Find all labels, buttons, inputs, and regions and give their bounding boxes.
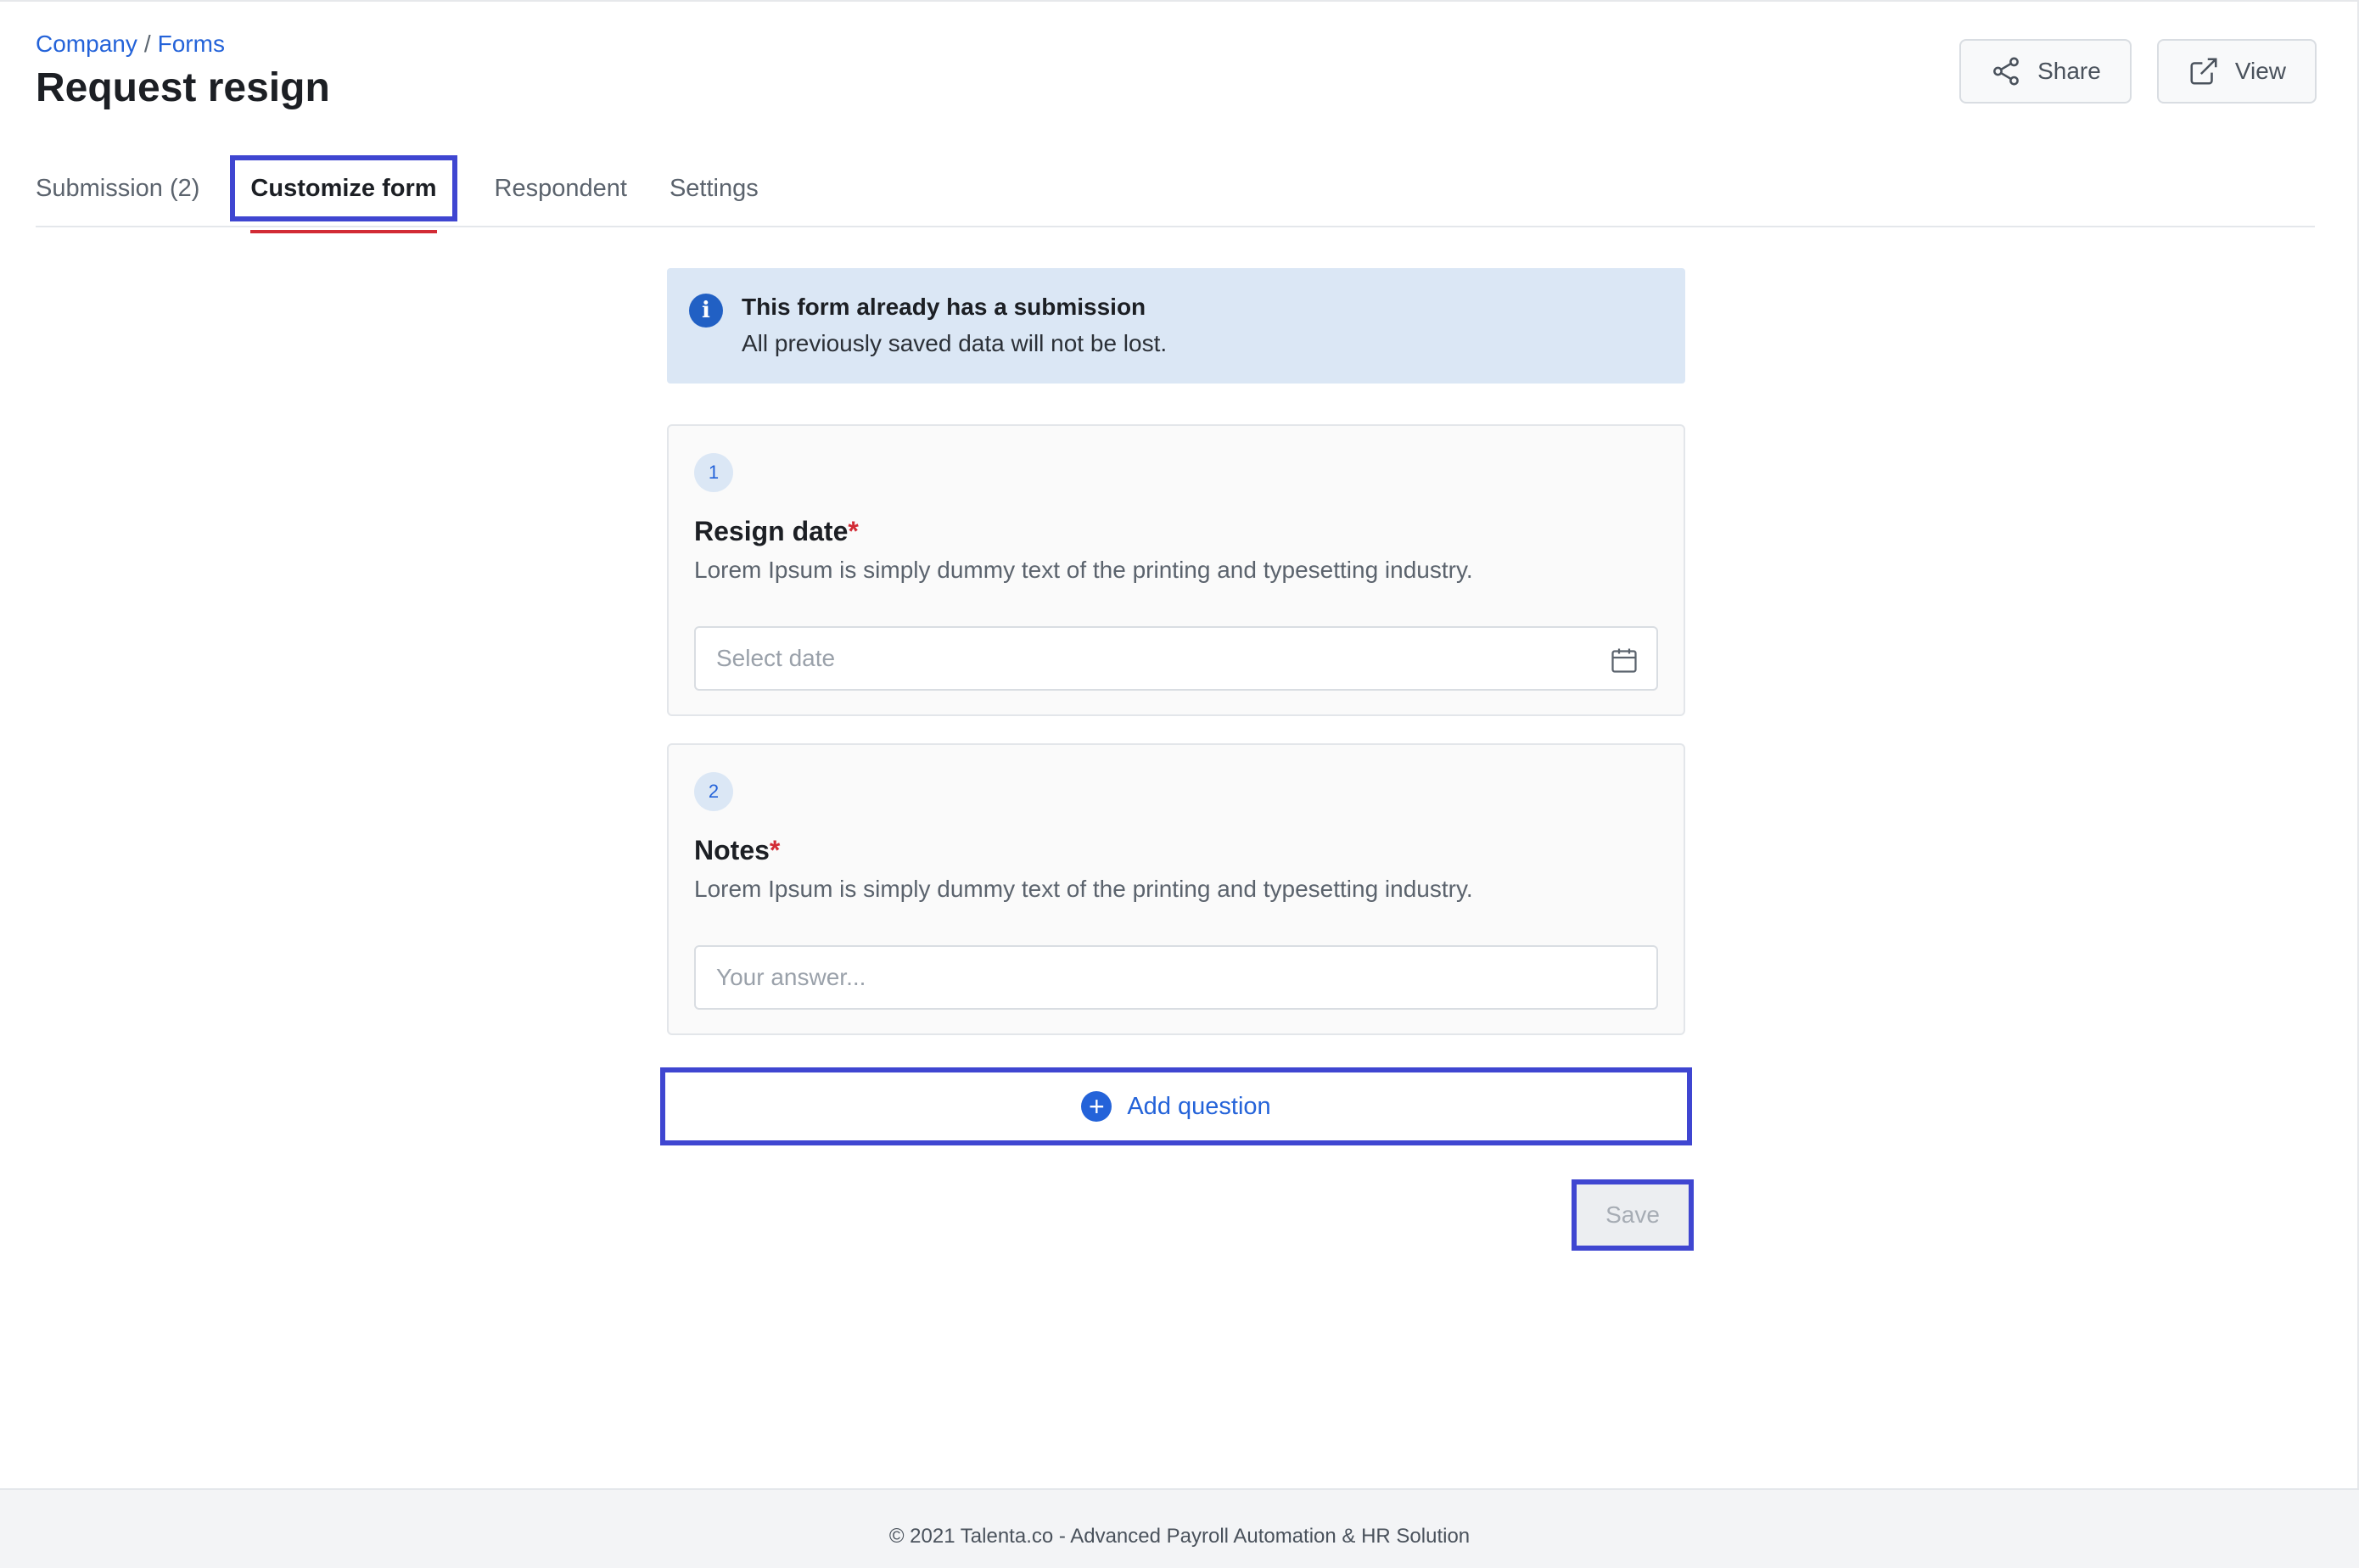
breadcrumb-separator: / bbox=[143, 31, 151, 57]
external-link-icon bbox=[2190, 58, 2217, 85]
breadcrumb-company-link[interactable]: Company bbox=[36, 31, 137, 57]
share-icon bbox=[1993, 57, 2019, 86]
question-title: Resign date* bbox=[694, 516, 859, 547]
tab-settings[interactable]: Settings bbox=[670, 163, 759, 214]
submission-info-banner: i This form already has a submission All… bbox=[667, 268, 1685, 384]
question-title: Notes* bbox=[694, 835, 780, 866]
question-card: 1 Resign date* Lorem Ipsum is simply dum… bbox=[667, 424, 1685, 716]
save-button[interactable]: Save bbox=[1572, 1179, 1694, 1251]
notes-answer-input[interactable]: Your answer... bbox=[694, 945, 1658, 1010]
footer: © 2021 Talenta.co - Advanced Payroll Aut… bbox=[0, 1488, 2359, 1568]
answer-placeholder: Your answer... bbox=[716, 964, 866, 990]
share-button[interactable]: Share bbox=[1959, 39, 2132, 104]
add-question-label: Add question bbox=[1127, 1092, 1271, 1120]
question-title-text: Notes bbox=[694, 835, 770, 865]
tab-customize-form[interactable]: Customize form bbox=[230, 155, 457, 233]
resign-date-picker[interactable]: Select date bbox=[694, 626, 1658, 691]
breadcrumb: Company / Forms bbox=[36, 29, 225, 59]
required-mark: * bbox=[848, 516, 859, 546]
page-title: Request resign bbox=[36, 65, 330, 110]
info-icon: i bbox=[689, 294, 723, 328]
question-card: 2 Notes* Lorem Ipsum is simply dummy tex… bbox=[667, 743, 1685, 1035]
question-description: Lorem Ipsum is simply dummy text of the … bbox=[694, 557, 1473, 583]
add-question-button[interactable]: + Add question bbox=[660, 1067, 1692, 1145]
tab-respondent[interactable]: Respondent bbox=[495, 163, 627, 214]
footer-copyright: © 2021 Talenta.co - Advanced Payroll Aut… bbox=[888, 1525, 1471, 1548]
question-number: 1 bbox=[694, 453, 733, 492]
breadcrumb-forms-link[interactable]: Forms bbox=[158, 31, 225, 57]
required-mark: * bbox=[769, 835, 781, 865]
banner-text: All previously saved data will not be lo… bbox=[742, 330, 1168, 356]
tab-bar: Submission (2) Customize form Respondent… bbox=[36, 151, 2315, 233]
plus-circle-icon: + bbox=[1081, 1091, 1112, 1122]
header-actions: Share View bbox=[1959, 39, 2317, 104]
question-description: Lorem Ipsum is simply dummy text of the … bbox=[694, 876, 1473, 902]
view-button[interactable]: View bbox=[2156, 39, 2317, 104]
calendar-icon bbox=[1611, 648, 1637, 673]
page: Company / Forms Request resign Share View … bbox=[0, 0, 2359, 1568]
view-label: View bbox=[2234, 58, 2286, 84]
question-title-text: Resign date bbox=[694, 516, 849, 546]
tab-submission[interactable]: Submission (2) bbox=[36, 163, 199, 214]
share-label: Share bbox=[2037, 58, 2101, 84]
banner-title: This form already has a submission bbox=[742, 294, 1146, 320]
date-placeholder: Select date bbox=[716, 645, 836, 671]
question-number: 2 bbox=[694, 772, 733, 811]
